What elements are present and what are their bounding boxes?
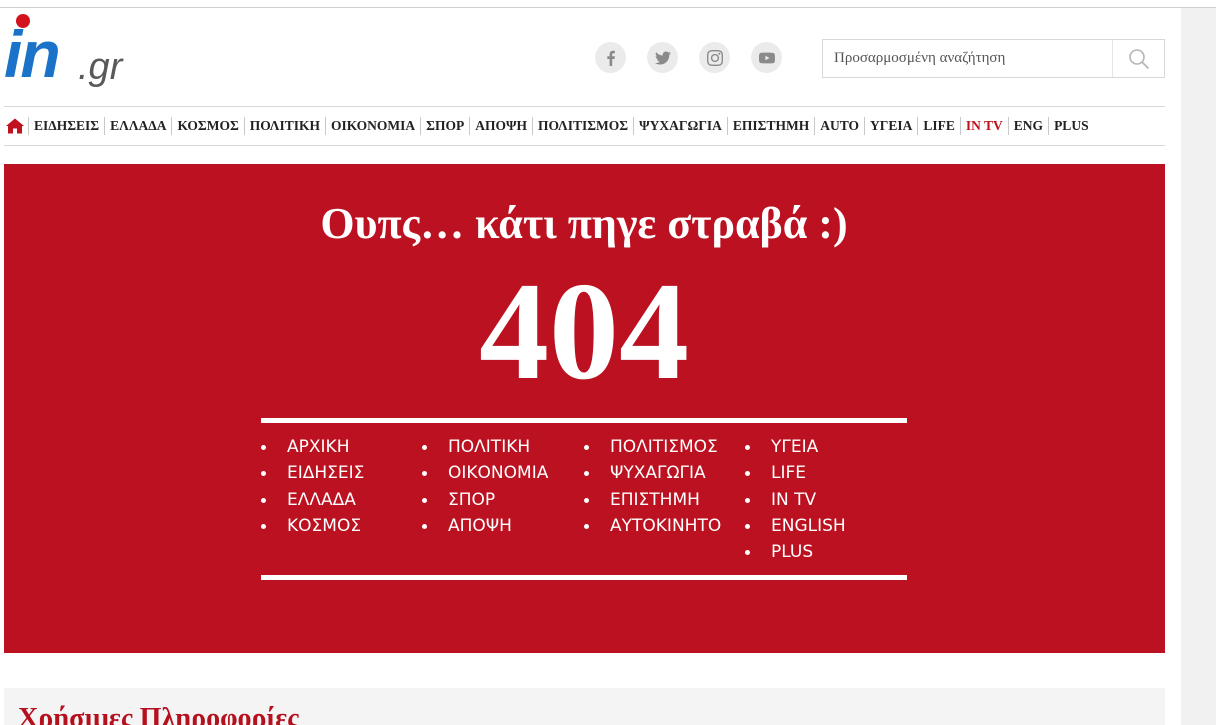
- page-scrollbar[interactable]: [1181, 8, 1216, 725]
- nav-item-auto[interactable]: AUTO: [814, 117, 864, 135]
- link-plus[interactable]: PLUS: [745, 539, 846, 565]
- logo-dot: [16, 14, 30, 28]
- nav-item-kosmos[interactable]: ΚΟΣΜΟΣ: [171, 117, 243, 135]
- facebook-icon[interactable]: [595, 42, 626, 73]
- nav-item-apopsi[interactable]: ΑΠΟΨΗ: [469, 117, 532, 135]
- sitemap-links: ΑΡΧΙΚΗ ΕΙΔΗΣΕΙΣ ΕΛΛΑΔΑ ΚΟΣΜΟΣ ΠΟΛΙΤΙΚΗ Ο…: [261, 434, 907, 570]
- link-politiki[interactable]: ΠΟΛΙΤΙΚΗ: [422, 434, 548, 460]
- instagram-icon[interactable]: [699, 42, 730, 73]
- link-arxiki[interactable]: ΑΡΧΙΚΗ: [261, 434, 364, 460]
- search-button[interactable]: [1112, 40, 1164, 77]
- link-ellada[interactable]: ΕΛΛΑΔΑ: [261, 487, 364, 513]
- links-column-1: ΑΡΧΙΚΗ ΕΙΔΗΣΕΙΣ ΕΛΛΑΔΑ ΚΟΣΜΟΣ: [261, 434, 364, 539]
- link-english[interactable]: ENGLISH: [745, 513, 846, 539]
- nav-item-intv[interactable]: IN TV: [959, 117, 1008, 135]
- link-kosmos[interactable]: ΚΟΣΜΟΣ: [261, 513, 364, 539]
- link-psyxagogia[interactable]: ΨΥΧΑΓΩΓΙΑ: [584, 460, 721, 486]
- links-column-4: ΥΓΕΙΑ LIFE IN TV ENGLISH PLUS: [745, 434, 846, 565]
- link-politismos[interactable]: ΠΟΛΙΤΙΣΜΟΣ: [584, 434, 721, 460]
- twitter-icon[interactable]: [647, 42, 678, 73]
- youtube-icon[interactable]: [751, 42, 782, 73]
- nav-item-psyxagogia[interactable]: ΨΥΧΑΓΩΓΙΑ: [633, 117, 727, 135]
- search-icon: [1128, 48, 1149, 69]
- links-column-3: ΠΟΛΙΤΙΣΜΟΣ ΨΥΧΑΓΩΓΙΑ ΕΠΙΣΤΗΜΗ ΑΥΤΟΚΙΝΗΤΟ: [584, 434, 721, 539]
- divider-top: [261, 418, 907, 423]
- search-box: [822, 39, 1165, 78]
- home-icon[interactable]: [4, 116, 28, 136]
- nav-item-eidiseis[interactable]: ΕΙΔΗΣΕΙΣ: [28, 117, 104, 135]
- error-title: Ουπς… κάτι πηγε στραβά :): [320, 199, 848, 248]
- search-input[interactable]: [823, 40, 1113, 77]
- nav-item-plus[interactable]: PLUS: [1048, 117, 1094, 135]
- nav-item-politismos[interactable]: ΠΟΛΙΤΙΣΜΟΣ: [532, 117, 633, 135]
- error-code: 404: [479, 254, 689, 409]
- link-life[interactable]: LIFE: [745, 460, 846, 486]
- link-ygeia[interactable]: ΥΓΕΙΑ: [745, 434, 846, 460]
- nav-item-eng[interactable]: ENG: [1007, 117, 1048, 135]
- link-apopsi[interactable]: ΑΠΟΨΗ: [422, 513, 548, 539]
- useful-info-heading: Χρήσιμες Πληροφορίες: [18, 703, 299, 725]
- link-aftokinito[interactable]: ΑΥΤΟΚΙΝΗΤΟ: [584, 513, 721, 539]
- nav-item-spor[interactable]: ΣΠΟΡ: [420, 117, 469, 135]
- browser-top-border: [0, 0, 1216, 8]
- logo-in-text: in: [4, 17, 61, 91]
- nav-item-politiki[interactable]: ΠΟΛΙΤΙΚΗ: [243, 117, 325, 135]
- nav-item-ellada[interactable]: ΕΛΛΑΔΑ: [104, 117, 171, 135]
- link-epistimi[interactable]: ΕΠΙΣΤΗΜΗ: [584, 487, 721, 513]
- social-links: [595, 42, 782, 73]
- useful-info-section: Χρήσιμες Πληροφορίες: [4, 688, 1165, 725]
- links-column-2: ΠΟΛΙΤΙΚΗ ΟΙΚΟΝΟΜΙΑ ΣΠΟΡ ΑΠΟΨΗ: [422, 434, 548, 539]
- main-navigation: ΕΙΔΗΣΕΙΣ ΕΛΛΑΔΑ ΚΟΣΜΟΣ ΠΟΛΙΤΙΚΗ ΟΙΚΟΝΟΜΙ…: [4, 106, 1165, 146]
- divider-bottom: [261, 575, 907, 580]
- link-intv[interactable]: IN TV: [745, 487, 846, 513]
- link-oikonomia[interactable]: ΟΙΚΟΝΟΜΙΑ: [422, 460, 548, 486]
- nav-item-life[interactable]: LIFE: [917, 117, 960, 135]
- logo-gr-text: .gr: [78, 46, 123, 88]
- link-spor[interactable]: ΣΠΟΡ: [422, 487, 548, 513]
- link-eidiseis[interactable]: ΕΙΔΗΣΕΙΣ: [261, 460, 364, 486]
- nav-item-epistimi[interactable]: ΕΠΙΣΤΗΜΗ: [726, 117, 814, 135]
- site-logo[interactable]: in .gr: [4, 14, 154, 104]
- nav-item-ygeia[interactable]: ΥΓΕΙΑ: [864, 117, 917, 135]
- nav-item-oikonomia[interactable]: ΟΙΚΟΝΟΜΙΑ: [325, 117, 420, 135]
